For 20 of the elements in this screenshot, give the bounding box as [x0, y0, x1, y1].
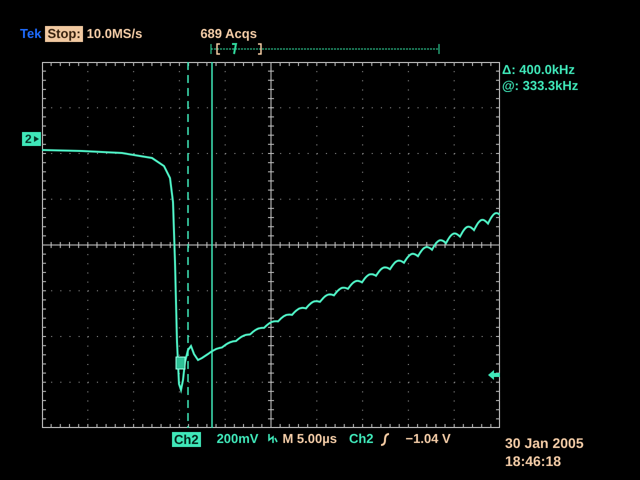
- time-label: 18:46:18: [505, 452, 562, 470]
- solid-cursor-line[interactable]: [211, 62, 213, 428]
- trigger-level: −1.04 V: [406, 431, 451, 447]
- channel-label: Ch2: [172, 432, 201, 446]
- run-state-label: Stop:: [45, 26, 83, 42]
- sample-rate: 10.0MS/s: [86, 26, 142, 42]
- date-label: 30 Jan 2005: [505, 434, 584, 452]
- bandwidth-limit-icon: [268, 433, 278, 445]
- rising-edge-icon: [380, 432, 390, 446]
- trigger-source: Ch2: [348, 431, 374, 447]
- cursor-delta-readout: Δ: 400.0kHz: [502, 62, 576, 78]
- vertical-scale: 200mV: [216, 431, 258, 447]
- timebase: M 5.00µs: [282, 431, 337, 447]
- ground-level-arrow-icon: [488, 370, 500, 380]
- dashed-cursor-line[interactable]: [187, 62, 189, 428]
- acquisition-count: 689 Acqs: [200, 26, 258, 42]
- cursor-position-readout: @: 333.3kHz: [502, 78, 578, 94]
- brand-label: Tek: [20, 26, 42, 42]
- trigger-marker-icon: [176, 356, 186, 370]
- channel-marker: 2: [22, 132, 41, 146]
